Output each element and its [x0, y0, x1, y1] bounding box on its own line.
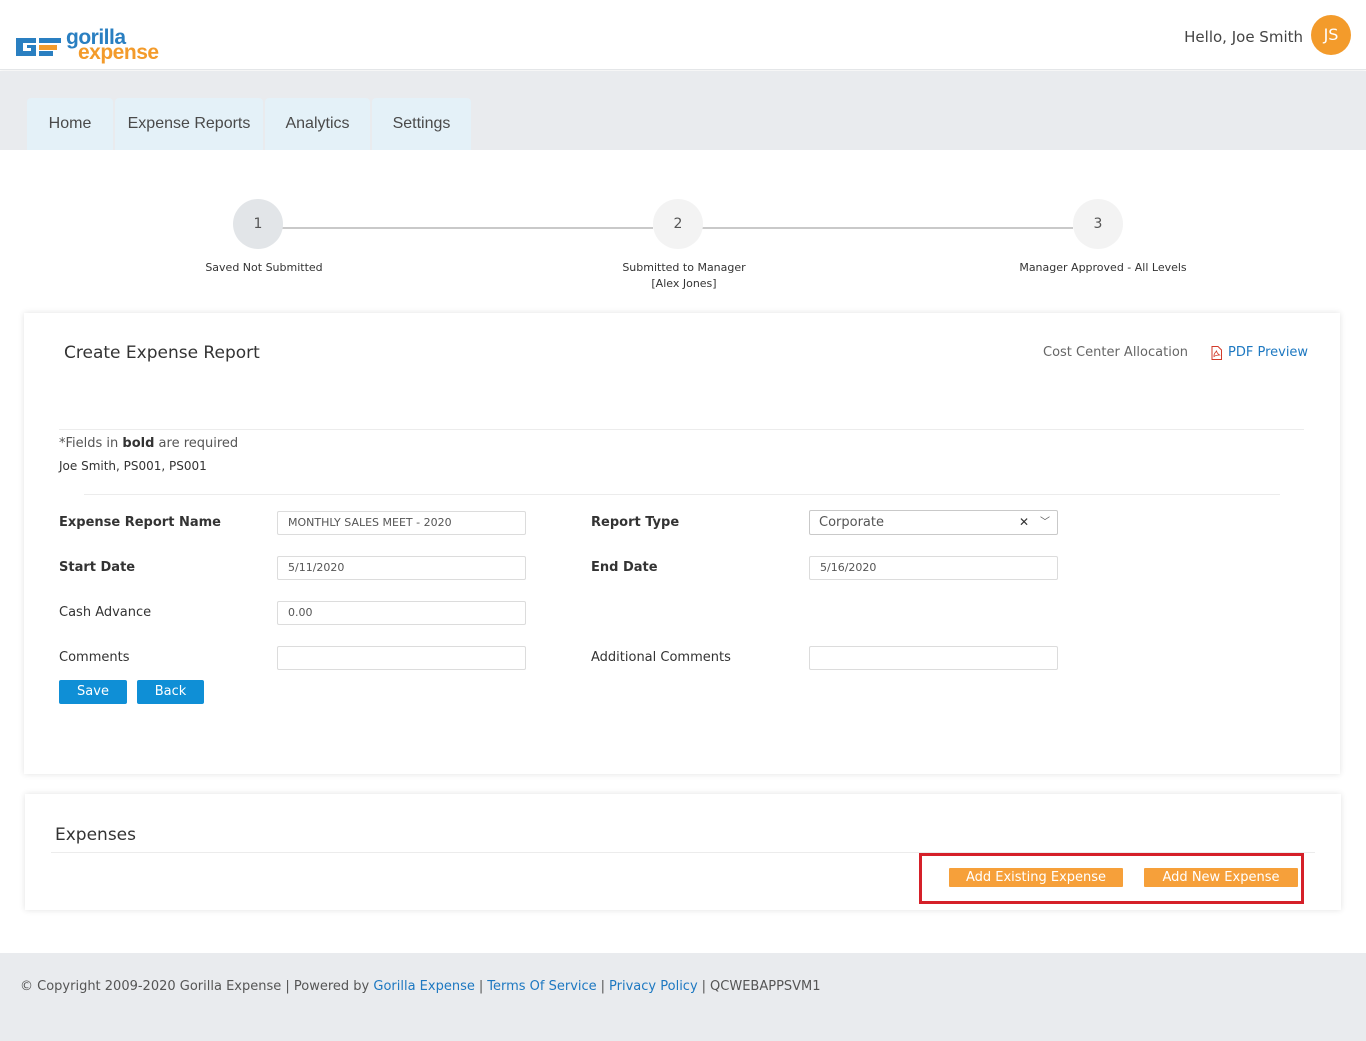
report-owner-info: Joe Smith, PS001, PS001	[59, 459, 207, 473]
cost-center-allocation-link[interactable]: Cost Center Allocation	[1043, 345, 1188, 360]
additional-comments-label: Additional Comments	[591, 650, 731, 665]
chevron-down-icon[interactable]: ﹀	[1040, 511, 1050, 534]
app-header: gorilla expense Hello, Joe Smith JS	[0, 0, 1366, 70]
server-name: QCWEBAPPSVM1	[710, 979, 821, 994]
tab-settings[interactable]: Settings	[372, 98, 471, 150]
report-type-label: Report Type	[591, 515, 680, 530]
step-connector-2	[702, 227, 1073, 229]
expenses-title: Expenses	[55, 825, 136, 845]
user-greeting: Hello, Joe Smith	[1184, 28, 1303, 46]
clear-selection-icon[interactable]: ✕	[1019, 511, 1029, 534]
step-3-circle: 3	[1073, 199, 1123, 249]
page-title: Create Expense Report	[64, 343, 260, 363]
user-avatar[interactable]: JS	[1311, 15, 1351, 55]
privacy-policy-link[interactable]: Privacy Policy	[609, 979, 698, 994]
fields-divider	[84, 494, 1280, 495]
step-2-circle: 2	[653, 199, 703, 249]
start-date-label: Start Date	[59, 560, 136, 575]
report-type-value: Corporate	[819, 515, 884, 530]
comments-input[interactable]	[277, 646, 526, 670]
save-button[interactable]: Save	[59, 680, 127, 704]
step-3-label-text: Manager Approved - All Levels	[1019, 261, 1187, 274]
step-3-label: Manager Approved - All Levels	[983, 260, 1223, 276]
step-1-circle: 1	[233, 199, 283, 249]
cash-advance-label: Cash Advance	[59, 605, 152, 620]
logo-mark-icon	[16, 38, 61, 56]
footer-text: © Copyright 2009-2020 Gorilla Expense | …	[20, 979, 821, 994]
comments-label: Comments	[59, 650, 130, 665]
cash-advance-input[interactable]: 0.00	[277, 601, 526, 625]
required-fields-note: *Fields in bold are required	[59, 436, 238, 451]
step-2-label-approver: [Alex Jones]	[651, 277, 717, 290]
expense-report-name-label: Expense Report Name	[59, 515, 221, 530]
required-note-suffix: are required	[154, 436, 239, 451]
create-report-card	[24, 313, 1340, 774]
terms-of-service-link[interactable]: Terms Of Service	[487, 979, 596, 994]
pdf-preview-link[interactable]: PDF Preview	[1228, 345, 1308, 360]
logo-text-expense: expense	[78, 41, 159, 64]
footer-separator: |	[701, 979, 707, 994]
expense-report-name-input[interactable]: MONTHLY SALES MEET - 2020	[277, 511, 526, 535]
additional-comments-input[interactable]	[809, 646, 1058, 670]
powered-by-link[interactable]: Gorilla Expense	[373, 979, 474, 994]
main-nav: Home Expense Reports Analytics Settings	[0, 71, 1366, 150]
report-type-select[interactable]: Corporate ✕ ﹀	[809, 510, 1058, 535]
footer-separator: |	[600, 979, 606, 994]
tab-analytics[interactable]: Analytics	[265, 98, 370, 150]
footer-separator: |	[478, 979, 484, 994]
required-note-prefix: *Fields in	[59, 436, 123, 451]
step-2-label: Submitted to Manager [Alex Jones]	[564, 260, 804, 292]
highlight-annotation-box	[919, 853, 1304, 904]
step-connector-1	[282, 227, 653, 229]
tab-expense-reports[interactable]: Expense Reports	[115, 98, 263, 150]
gorilla-expense-logo[interactable]: gorilla expense	[14, 26, 174, 70]
end-date-label: End Date	[591, 560, 658, 575]
step-2-label-text: Submitted to Manager	[622, 261, 746, 274]
copyright-text: © Copyright 2009-2020 Gorilla Expense | …	[20, 979, 374, 994]
step-1-label-text: Saved Not Submitted	[205, 261, 323, 274]
step-1-label: Saved Not Submitted	[144, 260, 384, 276]
required-note-bold: bold	[122, 436, 155, 451]
pdf-file-icon	[1211, 346, 1222, 360]
start-date-input[interactable]: 5/11/2020	[277, 556, 526, 580]
section-divider	[59, 429, 1304, 430]
back-button[interactable]: Back	[137, 680, 204, 704]
end-date-input[interactable]: 5/16/2020	[809, 556, 1058, 580]
tab-home[interactable]: Home	[27, 98, 113, 150]
page-footer: © Copyright 2009-2020 Gorilla Expense | …	[0, 953, 1366, 1041]
